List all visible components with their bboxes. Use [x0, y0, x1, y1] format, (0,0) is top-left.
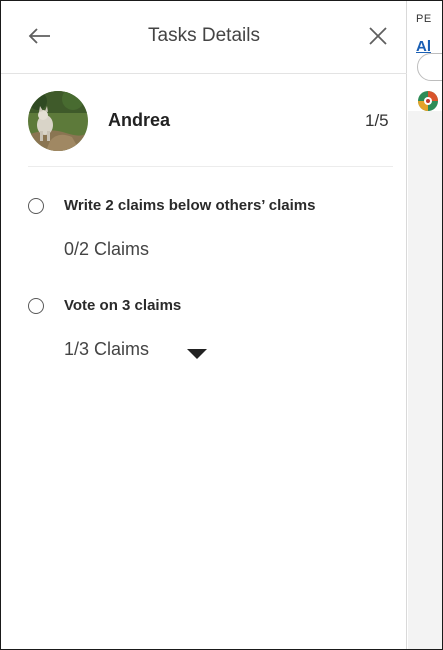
avatar: [28, 91, 88, 151]
task-radio-write-claims[interactable]: [28, 198, 44, 214]
divider: [28, 166, 393, 167]
background-header-text: PE: [416, 13, 432, 25]
user-name: Andrea: [108, 110, 171, 130]
close-button[interactable]: [365, 23, 391, 49]
tasks-details-drawer: Tasks Details Andrea 1/5 Write 2 claims …: [1, 1, 407, 649]
task-label-write-claims: Write 2 claims below others’ claims: [64, 197, 316, 214]
app-frame: Tasks Details Andrea 1/5 Write 2 claims …: [0, 0, 443, 650]
drawer-header: Tasks Details: [1, 1, 407, 74]
background-page: PE Al: [408, 1, 442, 649]
close-icon: [369, 27, 387, 45]
user-counter: 1/5: [365, 111, 389, 130]
task-progress-vote-claims: 1/3 Claims: [64, 339, 150, 359]
user-row: Andrea 1/5: [1, 74, 407, 167]
caret-down-icon[interactable]: [187, 349, 207, 359]
task-radio-vote-claims[interactable]: [28, 298, 44, 314]
task-label-vote-claims: Vote on 3 claims: [64, 297, 182, 314]
drawer-title: Tasks Details: [148, 25, 260, 46]
task-progress-write-claims: 0/2 Claims: [64, 239, 150, 259]
background-pill: [417, 53, 442, 81]
logo-icon: [417, 90, 439, 112]
